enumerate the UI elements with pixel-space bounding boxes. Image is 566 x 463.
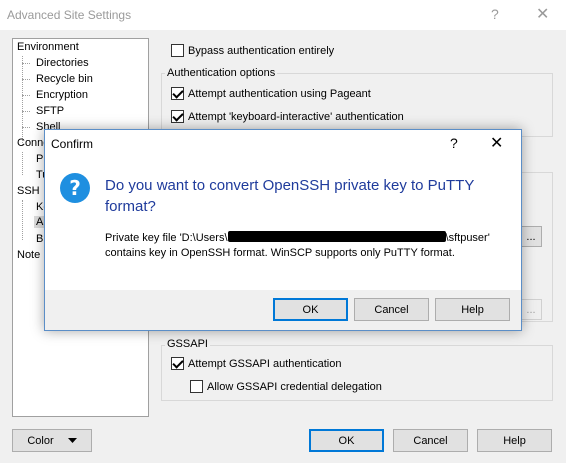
tree-connector bbox=[22, 127, 30, 128]
tree-connector bbox=[22, 152, 23, 175]
confirm-heading: Do you want to convert OpenSSH private k… bbox=[105, 177, 475, 215]
tree-item-environment[interactable]: Environment bbox=[17, 41, 79, 53]
bypass-auth-checkbox[interactable] bbox=[171, 44, 184, 57]
tree-connector bbox=[22, 111, 30, 112]
confirm-message: Private key file 'D:\Users\ \sftpuser' co… bbox=[105, 231, 525, 261]
browse-certificate-button[interactable]: ... bbox=[520, 299, 542, 320]
confirm-cancel-button[interactable]: Cancel bbox=[354, 298, 429, 321]
help-button[interactable]: Help bbox=[477, 429, 552, 452]
tree-connector bbox=[22, 63, 30, 64]
auth-options-title: Authentication options bbox=[165, 67, 278, 79]
pageant-label: Attempt authentication using Pageant bbox=[188, 88, 371, 100]
close-icon[interactable]: ✕ bbox=[490, 133, 503, 153]
window-title: Advanced Site Settings bbox=[7, 8, 132, 22]
gssapi-checkbox[interactable] bbox=[171, 357, 184, 370]
cancel-button[interactable]: Cancel bbox=[393, 429, 468, 452]
kbi-label: Attempt 'keyboard-interactive' authentic… bbox=[188, 111, 404, 123]
bypass-auth-label: Bypass authentication entirely bbox=[188, 45, 335, 57]
auth-options-group bbox=[161, 73, 553, 137]
close-icon[interactable]: ✕ bbox=[536, 4, 549, 24]
tree-connector bbox=[22, 56, 23, 145]
tree-connector bbox=[22, 79, 30, 80]
window-titlebar: Advanced Site Settings ? ✕ bbox=[0, 0, 566, 30]
tree-connector bbox=[22, 200, 23, 240]
gssapi-title: GSSAPI bbox=[165, 338, 210, 350]
kbi-checkbox[interactable] bbox=[171, 110, 184, 123]
confirm-help-button[interactable]: Help bbox=[435, 298, 510, 321]
dropdown-arrow-icon bbox=[67, 438, 77, 443]
delegation-label: Allow GSSAPI credential delegation bbox=[207, 381, 382, 393]
tree-item-sftp[interactable]: SFTP bbox=[36, 105, 64, 117]
redacted-path bbox=[227, 231, 446, 242]
message-path-suffix: \sftpuser' bbox=[445, 232, 490, 244]
tree-item-ssh[interactable]: SSH bbox=[17, 185, 40, 197]
tree-item-note[interactable]: Note bbox=[17, 249, 40, 261]
help-icon[interactable]: ? bbox=[491, 6, 499, 22]
ok-button[interactable]: OK bbox=[309, 429, 384, 452]
pageant-checkbox[interactable] bbox=[171, 87, 184, 100]
tree-item-directories[interactable]: Directories bbox=[36, 57, 89, 69]
confirm-footer: OK Cancel Help bbox=[45, 290, 521, 330]
message-path-prefix: Private key file 'D:\Users\ bbox=[105, 232, 228, 244]
color-button-label: Color bbox=[27, 434, 54, 447]
confirm-dialog: Confirm ? ✕ ? Do you want to convert Ope… bbox=[44, 129, 522, 331]
tree-item-encryption[interactable]: Encryption bbox=[36, 89, 88, 101]
tree-connector bbox=[22, 95, 30, 96]
confirm-title: Confirm bbox=[51, 137, 94, 151]
color-button[interactable]: Color bbox=[12, 429, 92, 452]
help-icon[interactable]: ? bbox=[450, 135, 458, 151]
gssapi-label: Attempt GSSAPI authentication bbox=[188, 358, 342, 370]
message-line-2: contains key in OpenSSH format. WinSCP s… bbox=[105, 247, 455, 259]
delegation-checkbox[interactable] bbox=[190, 380, 203, 393]
message-line-1: Private key file 'D:\Users\ \sftpuser' bbox=[105, 231, 525, 246]
question-icon: ? bbox=[60, 173, 90, 203]
tree-item-recycle-bin[interactable]: Recycle bin bbox=[36, 73, 93, 85]
confirm-ok-button[interactable]: OK bbox=[273, 298, 348, 321]
